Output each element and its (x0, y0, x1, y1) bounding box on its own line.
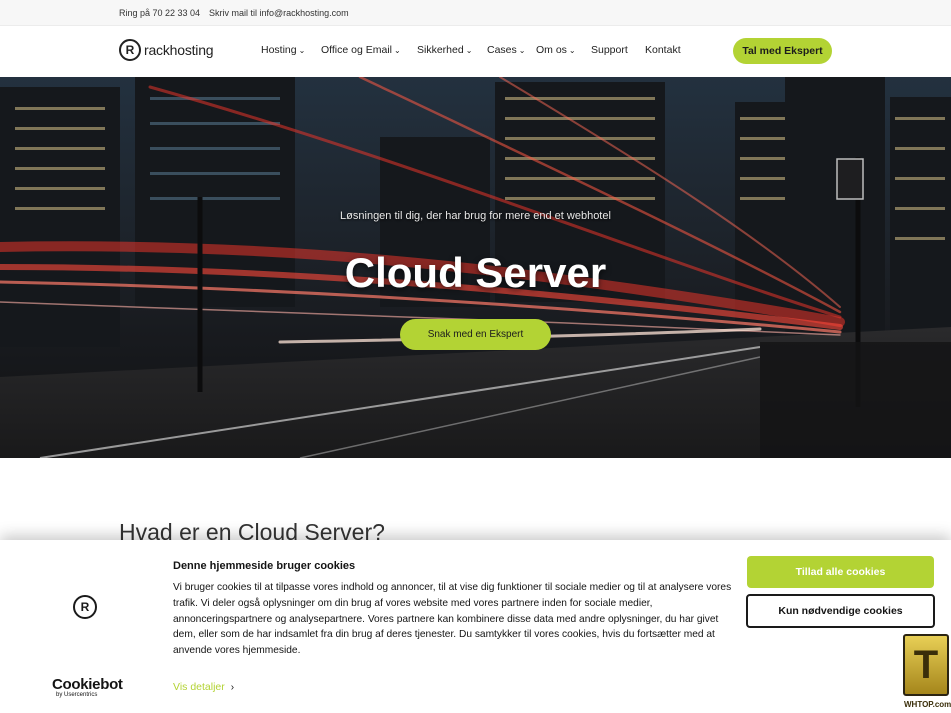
cookie-consent-banner: R Denne hjemmeside bruger cookies Vi bru… (0, 540, 951, 713)
rackhosting-logo-icon: R (73, 595, 97, 619)
nav-label: Hosting (261, 44, 297, 56)
nav-kontakt[interactable]: Kontakt (645, 44, 681, 56)
nav-label: Sikkerhed (417, 44, 464, 56)
nav-support[interactable]: Support (591, 44, 628, 56)
nav-om-os[interactable]: Om os ⌄ (536, 44, 576, 56)
chevron-right-icon: › (230, 682, 235, 693)
chevron-down-icon: ⌄ (518, 46, 526, 55)
whtop-watermark: T WHTOP.com (901, 632, 951, 713)
nav-label: Kontakt (645, 44, 681, 56)
chevron-down-icon: ⌄ (394, 46, 401, 55)
nav-sikkerhed[interactable]: Sikkerhed ⌄ (417, 44, 472, 56)
cookiebot-brand: Cookiebot (52, 676, 123, 693)
cookie-title: Denne hjemmeside bruger cookies (173, 560, 356, 572)
main-header: R rackhosting Hosting ⌄ Office og Email ⌄ … (0, 26, 951, 77)
email-link[interactable]: Skriv mail til info@rackhosting.com (209, 8, 349, 18)
show-details-link[interactable]: Vis detaljer › (173, 681, 234, 693)
watermark-text: WHTOP.com (904, 700, 951, 709)
nav-office-email[interactable]: Office og Email ⌄ (321, 44, 401, 56)
site-logo[interactable]: R rackhosting (119, 39, 214, 61)
phone-link[interactable]: Ring på 70 22 33 04 (119, 8, 200, 18)
hero-subtitle: Løsningen til dig, der har brug for mere… (340, 210, 611, 222)
necessary-cookies-button[interactable]: Kun nødvendige cookies (746, 594, 935, 628)
nav-hosting[interactable]: Hosting ⌄ (261, 44, 305, 56)
nav-label: Cases (487, 44, 517, 56)
talk-to-expert-button[interactable]: Tal med Ekspert (733, 38, 832, 64)
cookiebot-logo[interactable]: Cookiebot by Usercentrics (52, 676, 123, 698)
hero-title: Cloud Server (344, 249, 607, 296)
hero-banner: Løsningen til dig, der har brug for mere… (0, 77, 951, 458)
chevron-down-icon: ⌄ (568, 46, 576, 55)
nav-label: Support (591, 44, 628, 56)
watermark-logo-icon: T (903, 634, 949, 696)
chevron-down-icon: ⌄ (465, 46, 473, 55)
allow-all-cookies-button[interactable]: Tillad alle cookies (747, 556, 934, 588)
logo-text: rackhosting (144, 42, 214, 58)
rackhosting-logo-icon: R (119, 39, 141, 61)
top-contact-bar: Ring på 70 22 33 04 Skriv mail til info@… (0, 0, 951, 26)
chevron-down-icon: ⌄ (298, 46, 306, 55)
nav-cases[interactable]: Cases ⌄ (487, 44, 525, 56)
cookie-description: Vi bruger cookies til at tilpasse vores … (173, 582, 732, 657)
talk-with-expert-button[interactable]: Snak med en Ekspert (400, 319, 551, 350)
nav-label: Office og Email (321, 44, 393, 56)
show-details-label: Vis detaljer (173, 681, 225, 693)
nav-label: Om os (536, 44, 567, 56)
